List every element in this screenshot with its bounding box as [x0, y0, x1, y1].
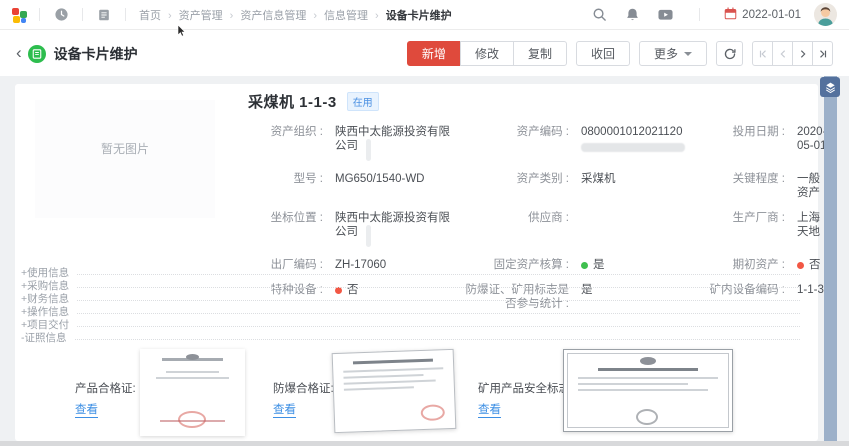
section-toggle-certificates[interactable]: -证照信息 [21, 331, 800, 344]
field-value: 陕西中太能源投资有限公司 [329, 207, 457, 254]
mouse-cursor [177, 24, 187, 42]
section-toggle-procurement[interactable]: +采购信息 [21, 279, 800, 292]
pager-prev-button[interactable] [772, 41, 793, 66]
topbar: 首页 资产管理 资产信息管理 信息管理 设备卡片维护 2022-01-01 [0, 0, 849, 30]
document-icon[interactable] [94, 5, 114, 25]
field-value: 0800001012021120 [575, 121, 687, 168]
pager-first-button[interactable] [752, 41, 773, 66]
view-link[interactable]: 查看 [273, 401, 296, 418]
field-value: 2020-05-01 [791, 121, 826, 168]
toolbar: 新增 修改 复制 收回 更多 [407, 41, 833, 66]
search-icon[interactable] [589, 5, 609, 25]
field-value: 上海天地 [791, 207, 826, 254]
divider [699, 8, 700, 21]
field-value: MG650/1540-WD [329, 168, 457, 207]
page-header: ‹ 设备卡片维护 新增 修改 复制 收回 更多 [0, 31, 849, 76]
section-toggle-finance[interactable]: +财务信息 [21, 292, 800, 305]
field-label: 资产组织 [237, 121, 323, 168]
action-button-group: 新增 修改 复制 [407, 41, 567, 66]
calendar-icon [724, 7, 737, 23]
bottom-edge [0, 441, 849, 446]
masked-value [581, 143, 685, 152]
image-placeholder: 暂无图片 [35, 100, 215, 218]
view-link[interactable]: 查看 [478, 401, 501, 418]
copy-button[interactable]: 复制 [513, 41, 567, 66]
divider [125, 8, 126, 21]
divider [82, 8, 83, 21]
video-icon[interactable] [655, 5, 675, 25]
back-button[interactable]: ‹ [16, 44, 26, 63]
redaction-mark [366, 139, 371, 161]
layers-panel-button[interactable] [820, 77, 840, 97]
view-link[interactable]: 查看 [75, 401, 98, 418]
detail-card: 采煤机 1-1-3 在用 暂无图片 资产组织 陕西中太能源投资有限公司 资产编码… [15, 84, 818, 441]
refresh-button[interactable] [716, 41, 743, 66]
field-label: 供应商 [463, 207, 569, 254]
field-label: 投用日期 [693, 121, 785, 168]
product-cert-thumbnail[interactable] [140, 349, 245, 436]
explosionproof-cert-block: 防爆合格证: 查看 [273, 380, 334, 418]
breadcrumb: 首页 资产管理 资产信息管理 信息管理 设备卡片维护 [139, 7, 452, 23]
app-window: 首页 资产管理 资产信息管理 信息管理 设备卡片维护 2022-01-01 [0, 0, 849, 446]
section-toggle-operation[interactable]: +操作信息 [21, 305, 800, 318]
equipment-header: 采煤机 1-1-3 在用 [248, 91, 379, 112]
cert-label: 防爆合格证: [273, 380, 334, 396]
field-label: 生产厂商 [693, 207, 785, 254]
breadcrumb-item-asset-mgmt[interactable]: 资产管理 [179, 7, 241, 23]
refresh-icon [723, 47, 737, 61]
layers-icon [824, 81, 837, 94]
chevron-down-icon [684, 52, 692, 60]
more-button[interactable]: 更多 [639, 41, 707, 66]
app-logo[interactable] [12, 7, 28, 23]
withdraw-button[interactable]: 收回 [576, 41, 630, 66]
mining-safety-cert-thumbnail[interactable] [563, 349, 733, 432]
content-area: 采煤机 1-1-3 在用 暂无图片 资产组织 陕西中太能源投资有限公司 资产编码… [0, 76, 849, 446]
field-value: 采煤机 [575, 168, 687, 207]
mining-safety-mark-block: 矿用产品安全标志: 查看 [478, 380, 573, 418]
modify-button[interactable]: 修改 [460, 41, 514, 66]
user-avatar[interactable] [814, 3, 837, 26]
breadcrumb-item-home[interactable]: 首页 [139, 7, 179, 23]
cert-label: 产品合格证: [75, 380, 136, 396]
breadcrumb-item-asset-info-mgmt[interactable]: 资产信息管理 [240, 7, 324, 23]
page-green-icon [28, 45, 46, 63]
cert-label: 矿用产品安全标志: [478, 380, 573, 396]
divider [39, 8, 40, 21]
field-label: 坐标位置 [237, 207, 323, 254]
field-value: 一般资产 [791, 168, 826, 207]
field-label: 资产类别 [463, 168, 569, 207]
more-button-label: 更多 [654, 45, 678, 62]
field-label: 关键程度 [693, 168, 785, 207]
pager [752, 41, 833, 66]
date-display: 2022-01-01 [724, 7, 801, 23]
pager-last-button[interactable] [812, 41, 833, 66]
history-clock-icon[interactable] [51, 5, 71, 25]
breadcrumb-item-info-mgmt[interactable]: 信息管理 [324, 7, 386, 23]
notification-bell-icon[interactable] [622, 5, 642, 25]
field-value [575, 207, 687, 254]
field-value: 陕西中太能源投资有限公司 [329, 121, 457, 168]
pager-next-button[interactable] [792, 41, 813, 66]
product-cert-block: 产品合格证: 查看 [75, 380, 136, 418]
add-button[interactable]: 新增 [407, 41, 461, 66]
status-badge: 在用 [347, 92, 379, 111]
redaction-mark [366, 225, 371, 247]
breadcrumb-item-current: 设备卡片维护 [386, 7, 452, 23]
explosionproof-cert-thumbnail[interactable] [332, 349, 457, 433]
no-image-text: 暂无图片 [101, 140, 149, 157]
side-panel-strip [824, 76, 837, 446]
section-toggle-project-delivery[interactable]: +项目交付 [21, 318, 800, 331]
field-label: 资产编码 [463, 121, 569, 168]
section-toggle-usage[interactable]: +使用信息 [21, 266, 800, 279]
equipment-title: 采煤机 1-1-3 [248, 91, 337, 112]
current-date: 2022-01-01 [742, 9, 801, 21]
page-title: 设备卡片维护 [54, 44, 138, 64]
topbar-right: 2022-01-01 [589, 3, 837, 26]
field-label: 型号 [237, 168, 323, 207]
collapsible-sections: +使用信息 +采购信息 +财务信息 +操作信息 +项目交付 -证照信息 [21, 266, 800, 344]
